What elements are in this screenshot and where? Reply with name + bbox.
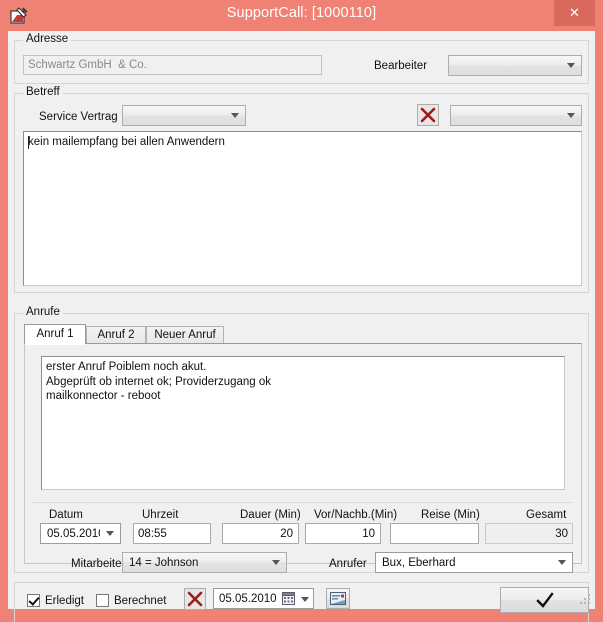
adresse-group-label: Adresse: [23, 33, 72, 45]
dauer-field[interactable]: [222, 523, 299, 544]
support-call-window: SupportCall: [1000110] ✕ Adresse Bearbei…: [0, 0, 603, 622]
chevron-down-icon: [567, 63, 575, 68]
chevron-down-icon: [272, 560, 280, 565]
vornachb-label: Vor/Nachb.(Min): [314, 509, 398, 521]
dauer-label: Dauer (Min): [240, 509, 301, 521]
betreff-extra-combo[interactable]: [450, 105, 582, 126]
subject-text: kein mailempfang bei allen Anwendern: [28, 136, 225, 148]
mitarbeiter-value: 14 = Johnson: [129, 557, 199, 569]
close-button[interactable]: ✕: [554, 0, 595, 26]
chevron-down-icon: [567, 113, 575, 118]
mitarbeiter-label: Mitarbeiter: [71, 558, 126, 570]
address-field[interactable]: [23, 55, 322, 75]
chevron-down-icon: [231, 113, 239, 118]
berechnet-label: Berechnet: [114, 595, 167, 607]
gesamt-field: [485, 523, 573, 544]
gesamt-label: Gesamt: [526, 509, 567, 521]
send-mail-button[interactable]: [326, 588, 350, 609]
chevron-down-icon: [106, 531, 114, 536]
resize-grip[interactable]: [580, 594, 592, 606]
service-vertrag-combo[interactable]: [122, 105, 246, 126]
red-x-icon: [418, 105, 438, 125]
subject-textarea[interactable]: kein mailempfang bei allen Anwendern: [23, 131, 582, 286]
tab-anruf-1[interactable]: Anruf 1: [24, 324, 86, 344]
fields-separator: [33, 502, 573, 503]
client-area: Adresse Bearbeiter Betreff Service Vertr…: [8, 31, 595, 622]
vornachb-field[interactable]: [305, 523, 381, 544]
call-text: erster Anruf Poiblem noch akut. Abgeprüf…: [46, 361, 272, 402]
anrufer-combo[interactable]: Bux, Eberhard: [375, 552, 573, 573]
betreff-group-label: Betreff: [23, 86, 63, 98]
reise-field[interactable]: [390, 523, 479, 544]
chevron-down-icon: [558, 560, 566, 565]
datum-label: Datum: [49, 509, 83, 521]
reise-label: Reise (Min): [421, 509, 480, 521]
calendar-icon: [282, 592, 295, 610]
call-textarea[interactable]: erster Anruf Poiblem noch akut. Abgeprüf…: [41, 356, 565, 490]
erledigt-label: Erledigt: [45, 595, 84, 607]
footer-date-value: 05.05.2010: [219, 593, 277, 605]
text-caret: [28, 136, 29, 149]
envelope-icon: [330, 592, 346, 605]
title-bar: SupportCall: [1000110] ✕: [0, 0, 603, 31]
tab-neuer-anruf[interactable]: Neuer Anruf: [146, 326, 224, 344]
ok-button[interactable]: [500, 587, 589, 613]
window-title: SupportCall: [1000110]: [226, 5, 377, 21]
bearbeiter-label: Bearbeiter: [374, 60, 428, 72]
betreff-clear-button[interactable]: [417, 104, 439, 126]
service-vertrag-label: Service Vertrag: [39, 111, 118, 123]
red-x-icon: [185, 589, 205, 609]
datum-value: 05.05.2010: [47, 528, 100, 540]
footer-clear-date-button[interactable]: [184, 588, 206, 610]
datum-combo[interactable]: 05.05.2010: [40, 523, 121, 544]
bearbeiter-combo[interactable]: [448, 55, 582, 76]
checkmark-icon: [535, 592, 555, 609]
anrufer-value: Bux, Eberhard: [382, 557, 456, 569]
uhrzeit-field[interactable]: [133, 523, 211, 544]
uhrzeit-label: Uhrzeit: [142, 509, 179, 521]
footer-date-picker[interactable]: 05.05.2010: [213, 588, 314, 609]
mitarbeiter-combo[interactable]: 14 = Johnson: [122, 552, 287, 573]
anrufe-group-label: Anrufe: [23, 306, 63, 318]
anrufer-label: Anrufer: [329, 558, 367, 570]
chevron-down-icon[interactable]: [301, 597, 309, 602]
berechnet-checkbox[interactable]: [96, 594, 109, 607]
erledigt-checkbox[interactable]: [27, 594, 40, 607]
tab-anruf-2[interactable]: Anruf 2: [86, 326, 146, 344]
